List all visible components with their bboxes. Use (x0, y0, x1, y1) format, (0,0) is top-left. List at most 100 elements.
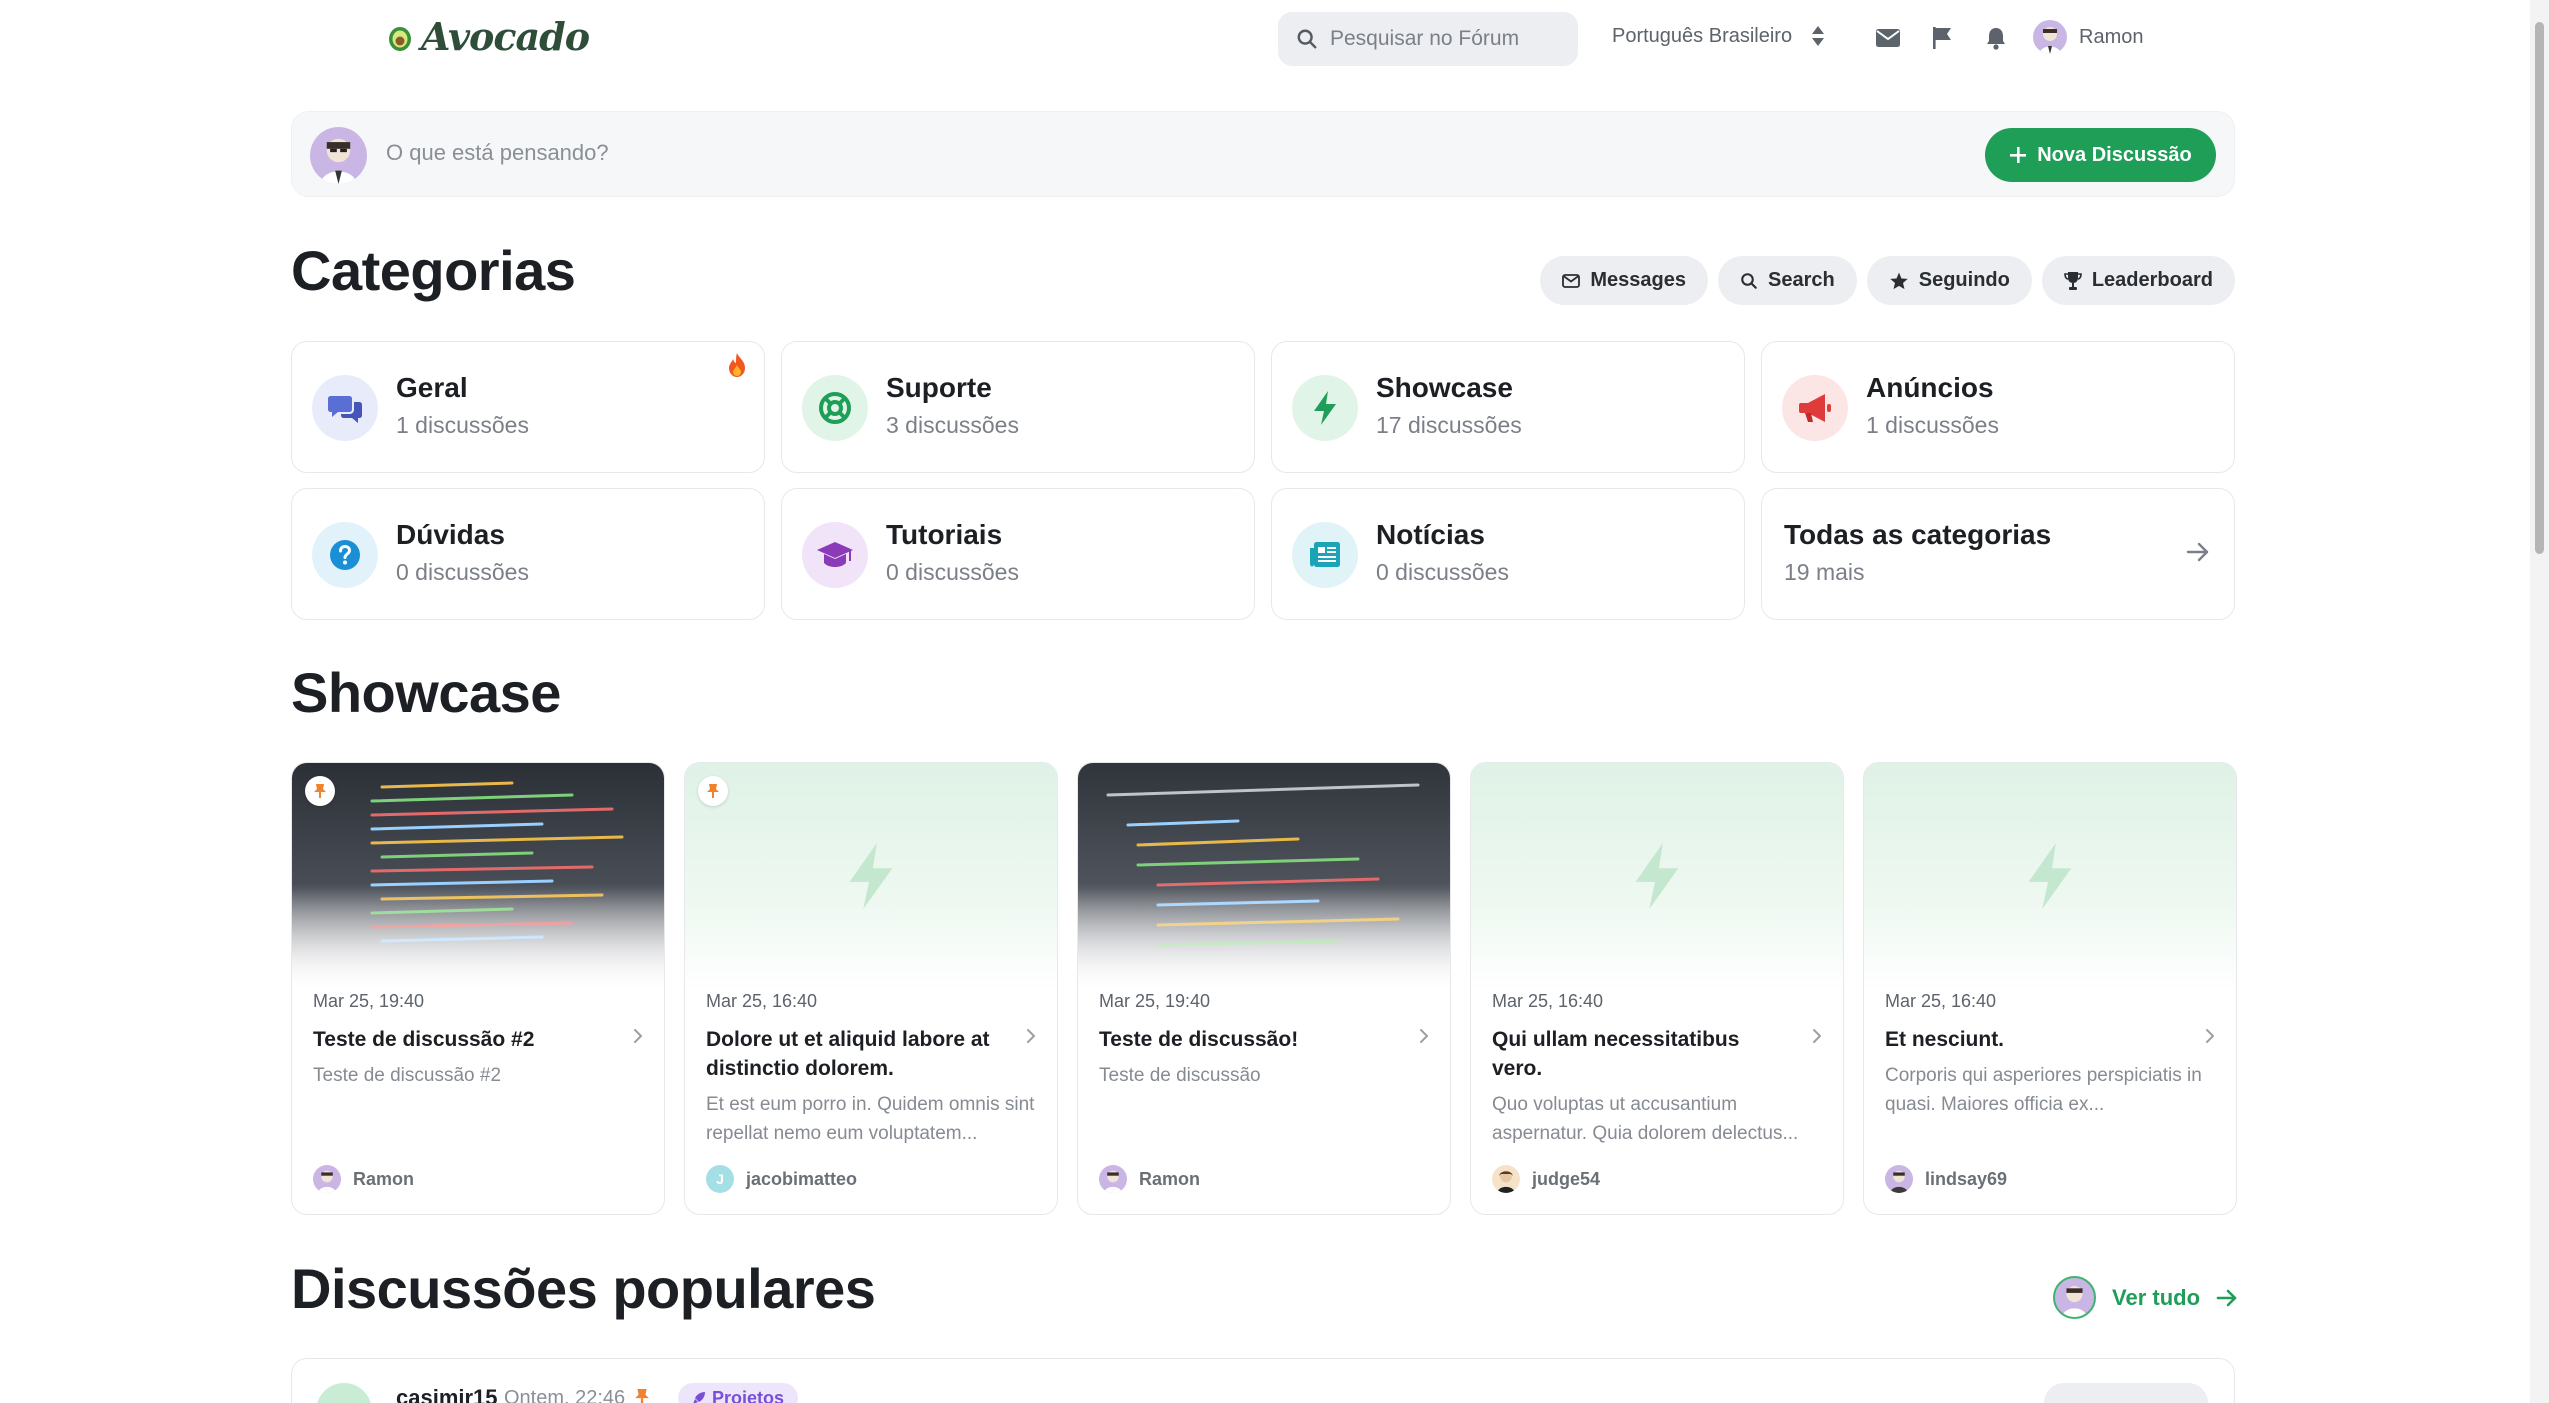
category-name: Notícias (1376, 519, 1485, 550)
all-categories-card[interactable]: Todas as categorias 19 mais (1761, 488, 2235, 620)
category-anuncios[interactable]: Anúncios 1 discussões (1761, 341, 2235, 473)
chevron-right-icon (1813, 1029, 1821, 1043)
showcase-card[interactable]: Mar 25, 19:40 Teste de discussão! Teste … (1077, 762, 1451, 1215)
card-excerpt: Teste de discussão (1099, 1065, 1261, 1086)
author-avatar (1885, 1165, 1913, 1193)
card-title[interactable]: Teste de discussão! (1099, 1025, 1399, 1054)
category-count: 1 discussões (396, 412, 529, 438)
leaderboard-pill-label: Leaderboard (2091, 269, 2213, 291)
category-count: 0 discussões (886, 559, 1019, 585)
category-duvidas[interactable]: Dúvidas 0 discussões (291, 488, 765, 620)
card-author[interactable]: Ramon (1099, 1165, 1200, 1193)
notifications-button[interactable] (1982, 24, 2010, 52)
quick-links: Messages Search Seguindo Leaderboard (1540, 256, 2235, 305)
showcase-card[interactable]: Mar 25, 19:40 Teste de discussão #2 Test… (291, 762, 665, 1215)
envelope-icon (1876, 29, 1900, 47)
discussion-tag-label: Projetos (712, 1387, 785, 1403)
flame-icon (729, 353, 745, 377)
avatar-illustration (320, 138, 357, 184)
avocado-icon (389, 26, 411, 51)
discussion-action-button[interactable] (2044, 1383, 2208, 1403)
chat-bubbles-icon (312, 375, 378, 441)
user-avatar (2033, 20, 2067, 54)
card-date: Mar 25, 16:40 (1492, 991, 1604, 1011)
pin-icon (707, 784, 719, 798)
search-icon (1741, 272, 1757, 289)
card-title[interactable]: Teste de discussão #2 (313, 1025, 613, 1054)
category-showcase[interactable]: Showcase 17 discussões (1271, 341, 1745, 473)
language-select[interactable]: Português Brasileiro (1612, 24, 1826, 48)
card-author[interactable]: J jacobimatteo (706, 1165, 857, 1193)
composer-input[interactable] (386, 140, 1386, 166)
categories-title: Categorias (291, 239, 576, 302)
page-scrollbar[interactable] (2530, 0, 2549, 1403)
user-menu[interactable]: Ramon (2033, 20, 2143, 54)
bolt-icon (2028, 842, 2072, 910)
brand-logo[interactable]: Avocado (385, 14, 590, 59)
author-name: judge54 (1532, 1168, 1601, 1189)
flags-button[interactable] (1928, 24, 1956, 52)
lifebuoy-icon (802, 375, 868, 441)
author-avatar (1099, 1165, 1127, 1193)
showcase-placeholder-thumbnail (685, 763, 1057, 993)
card-title[interactable]: Qui ullam necessitatibus vero. (1492, 1025, 1792, 1083)
pin-icon (314, 784, 326, 798)
categories-grid: Geral 1 discussões Suporte 3 discussões … (291, 341, 2235, 620)
discussion-author[interactable]: casimir15 (396, 1385, 498, 1403)
flag-icon (1933, 27, 1951, 49)
popular-discussion-item[interactable]: casimir15 Ontem, 22:46 Projetos (291, 1358, 2235, 1403)
author-avatar: J (706, 1165, 734, 1193)
card-author[interactable]: Ramon (313, 1165, 414, 1193)
card-author[interactable]: judge54 (1492, 1165, 1600, 1193)
forum-search[interactable] (1278, 12, 1578, 66)
language-label: Português Brasileiro (1612, 24, 1793, 47)
card-author[interactable]: lindsay69 (1885, 1165, 2007, 1193)
top-header: Avocado Português Brasileiro Ramon (0, 0, 2549, 78)
see-all-link[interactable]: Ver tudo (2053, 1276, 2238, 1319)
category-name: Anúncios (1866, 372, 1994, 403)
messages-button[interactable] (1874, 24, 1902, 52)
category-tutoriais[interactable]: Tutoriais 0 discussões (781, 488, 1255, 620)
category-suporte[interactable]: Suporte 3 discussões (781, 341, 1255, 473)
new-discussion-button[interactable]: Nova Discussão (1985, 128, 2216, 182)
card-title[interactable]: Dolore ut et aliquid labore at distincti… (706, 1025, 1006, 1083)
messages-pill[interactable]: Messages (1540, 256, 1709, 305)
author-name: Ramon (1139, 1168, 1201, 1189)
arrow-right-icon (2216, 1289, 2237, 1306)
search-pill-label: Search (1768, 269, 1835, 291)
discussion-time: Ontem, 22:46 (504, 1387, 626, 1403)
card-date: Mar 25, 19:40 (313, 991, 425, 1011)
chevron-right-icon (634, 1029, 642, 1043)
category-name: Suporte (886, 372, 992, 403)
bolt-icon (849, 842, 893, 910)
chevron-right-icon (1420, 1029, 1428, 1043)
newspaper-icon (1292, 522, 1358, 588)
showcase-placeholder-thumbnail (1864, 763, 2236, 993)
showcase-card[interactable]: Mar 25, 16:40 Et nesciunt. Corporis qui … (1863, 762, 2237, 1215)
search-input[interactable] (1330, 27, 1560, 51)
chevron-right-icon (1027, 1029, 1035, 1043)
showcase-card[interactable]: Mar 25, 16:40 Qui ullam necessitatibus v… (1470, 762, 1844, 1215)
card-title[interactable]: Et nesciunt. (1885, 1025, 2185, 1054)
code-screenshot-thumbnail (292, 763, 664, 993)
search-pill[interactable]: Search (1718, 256, 1857, 305)
star-icon (1889, 272, 1908, 289)
graduation-cap-icon (802, 522, 868, 588)
category-count: 0 discussões (396, 559, 529, 585)
scrollbar-thumb[interactable] (2535, 22, 2544, 554)
author-name: Ramon (353, 1168, 415, 1189)
composer-avatar (310, 127, 367, 184)
following-pill[interactable]: Seguindo (1866, 256, 2032, 305)
author-name: jacobimatteo (746, 1168, 858, 1189)
discussion-tag[interactable]: Projetos (678, 1383, 799, 1403)
trophy-icon (2064, 271, 2082, 290)
leaderboard-pill[interactable]: Leaderboard (2041, 256, 2235, 305)
category-noticias[interactable]: Notícias 0 discussões (1271, 488, 1745, 620)
category-geral[interactable]: Geral 1 discussões (291, 341, 765, 473)
category-count: 1 discussões (1866, 412, 1999, 438)
showcase-card[interactable]: Mar 25, 16:40 Dolore ut et aliquid labor… (684, 762, 1058, 1215)
envelope-icon (1562, 273, 1581, 288)
following-pill-label: Seguindo (1918, 269, 2010, 291)
card-date: Mar 25, 16:40 (706, 991, 818, 1011)
bolt-icon (1635, 842, 1679, 910)
